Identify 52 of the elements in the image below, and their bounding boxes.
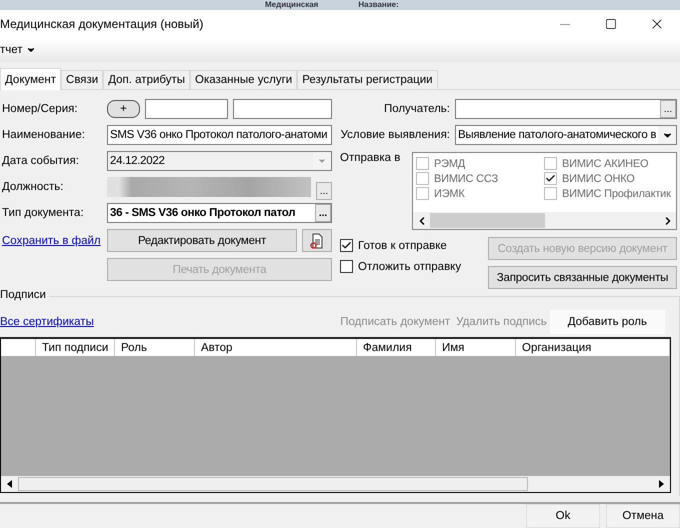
field-label: Должность: [2,181,64,193]
input-field[interactable]: SMS V36 онко Протокол патолого-анатоми [107,125,332,145]
checkbox[interactable] [340,239,353,252]
request-documents-button[interactable]: Запросить связанные документы [488,266,677,289]
tab[interactable]: Связи [61,70,104,89]
tab[interactable]: Доп. атрибуты [103,70,190,89]
field-label: Дата события: [2,155,80,167]
browse-button[interactable]: ... [660,100,676,118]
option-label: ВИМИС Профилактик [562,188,671,200]
group-title: Подписи [0,289,49,301]
input-field[interactable] [233,99,332,119]
tab[interactable]: Оказанные услуги [190,70,298,89]
dialog-button[interactable]: Ok [526,504,600,528]
field-label: Номер/Серия: [2,103,79,115]
checkbox-label: Готов к отправке [358,240,447,252]
field-label: Тип документа: [2,207,85,219]
tab[interactable]: Документ [0,68,62,90]
option-label: РЭМД [434,158,466,170]
field-label: Получатель: [382,103,450,115]
add-button[interactable]: + [107,100,140,118]
action-button[interactable]: Добавить роль [550,310,665,334]
edit-document-button[interactable]: Редактировать документ [107,229,297,252]
background-window-text: Название: [358,0,399,10]
checkbox-label: Отложить отправку [358,260,462,272]
all-certificates-link[interactable]: Все сертификаты [0,316,94,328]
condition-dropdown[interactable]: Выявление патолого-анатомического в [455,125,677,145]
browse-button[interactable]: ... [315,204,331,222]
dialog-button[interactable]: Отмена [606,504,680,528]
scroll-thumb[interactable] [430,213,545,228]
field-label: Наименование: [2,129,86,141]
recipient-field[interactable]: ... [455,99,677,119]
caret-icon [26,45,36,55]
input-field[interactable]: 36 - SMS V36 онко Протокол патол ... [107,203,332,223]
input-field[interactable] [145,99,228,119]
menu-item[interactable]: тчет [0,44,38,56]
tab[interactable]: Результаты регистрации [297,70,438,89]
scroll-thumb[interactable] [18,477,528,491]
background-window-text: Медицинская [265,0,318,10]
option-label: ВИМИС ОНКО [562,172,635,184]
field-label: Отправка в [340,152,402,164]
document-icon-button[interactable] [302,229,332,252]
save-to-file-link[interactable]: Сохранить в файл [2,234,102,246]
option-label: ВИМИС АКИНЕО [562,158,648,170]
option-label: ВИМИС ССЗ [434,172,498,184]
checkbox[interactable] [340,260,353,273]
field-label: Условие выявления: [340,129,450,141]
maximize-icon [605,18,617,30]
option-label: ИЭМК [434,188,465,200]
document-icon [310,232,324,248]
window-title: Медицинская документация (новый) [0,17,204,31]
browse-button[interactable]: ... [316,182,332,200]
date-field[interactable]: 24.12.2022 [107,151,332,171]
